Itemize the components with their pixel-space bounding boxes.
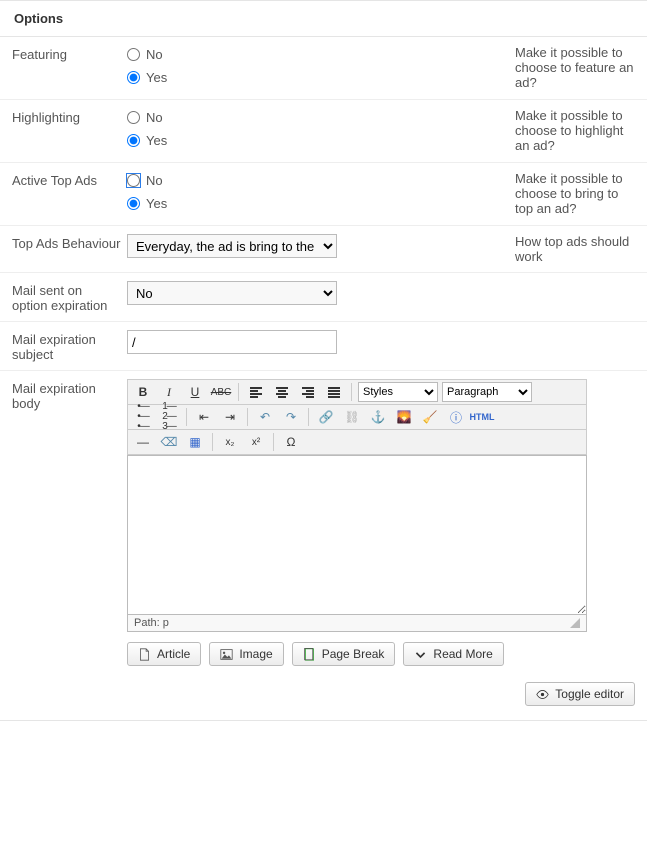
anchor-icon[interactable]: ⚓ xyxy=(367,407,389,427)
top-behaviour-hint: How top ads should work xyxy=(515,234,635,264)
special-char-icon[interactable]: Ω xyxy=(280,432,302,452)
active-top-label: Active Top Ads xyxy=(12,171,127,188)
separator xyxy=(308,408,309,426)
featuring-no-label: No xyxy=(146,47,163,62)
separator xyxy=(351,383,352,401)
mail-sent-select[interactable]: No xyxy=(127,281,337,305)
editor-content-area[interactable] xyxy=(127,455,587,615)
bold-icon[interactable]: B xyxy=(132,382,154,402)
read-more-button[interactable]: Read More xyxy=(403,642,503,666)
redo-icon[interactable]: ↷ xyxy=(280,407,302,427)
toggle-editor-button[interactable]: Toggle editor xyxy=(525,682,635,706)
page-break-icon xyxy=(303,648,316,661)
indent-icon[interactable]: ⇥ xyxy=(219,407,241,427)
html-source-icon[interactable]: HTML xyxy=(471,407,493,427)
outdent-icon[interactable]: ⇤ xyxy=(193,407,215,427)
highlighting-radio-no[interactable] xyxy=(127,111,140,124)
mail-body-label: Mail expiration body xyxy=(12,379,127,411)
unlink-icon[interactable]: ⛓ xyxy=(341,407,363,427)
editor-path-text: Path: p xyxy=(134,617,169,629)
separator xyxy=(273,433,274,451)
featuring-radio-no[interactable] xyxy=(127,48,140,61)
row-active-top-ads: Active Top Ads No Yes Make it possible t… xyxy=(0,163,647,226)
featuring-hint: Make it possible to choose to feature an… xyxy=(515,45,635,90)
align-right-icon[interactable] xyxy=(297,382,319,402)
active-top-radio-no[interactable] xyxy=(127,174,140,187)
mail-subject-label: Mail expiration subject xyxy=(12,330,127,362)
resize-grip-icon[interactable] xyxy=(570,618,580,628)
separator xyxy=(186,408,187,426)
editor-toolbar-row-2: •—•—•— 1—2—3— ⇤ ⇥ ↶ ↷ 🔗 ⛓ ⚓ 🌄 🧹 ⓘ HTML xyxy=(127,404,587,429)
cleanup-icon[interactable]: 🧹 xyxy=(419,407,441,427)
row-highlighting: Highlighting No Yes Make it possible to … xyxy=(0,100,647,163)
strikethrough-icon[interactable]: ABC xyxy=(210,382,232,402)
underline-icon[interactable]: U xyxy=(184,382,206,402)
separator xyxy=(247,408,248,426)
top-behaviour-select[interactable]: Everyday, the ad is bring to the xyxy=(127,234,337,258)
align-justify-icon[interactable] xyxy=(323,382,345,402)
row-mail-sent: Mail sent on option expiration No xyxy=(0,273,647,322)
active-top-yes-label: Yes xyxy=(146,196,167,211)
numbered-list-icon[interactable]: 1—2—3— xyxy=(158,407,180,427)
remove-format-icon[interactable]: ⌫ xyxy=(158,432,180,452)
help-icon[interactable]: ⓘ xyxy=(445,407,467,427)
editor-toolbar-row-1: B I U ABC Styles Paragraph xyxy=(127,379,587,404)
featuring-label: Featuring xyxy=(12,45,127,62)
separator xyxy=(212,433,213,451)
page-break-button[interactable]: Page Break xyxy=(292,642,396,666)
editor-toolbar-row-3: — ⌫ ▦ x₂ x² Ω xyxy=(127,429,587,455)
featuring-yes-label: Yes xyxy=(146,70,167,85)
eye-icon xyxy=(536,688,549,701)
subscript-icon[interactable]: x₂ xyxy=(219,432,241,452)
section-title: Options xyxy=(0,0,647,37)
row-top-behaviour: Top Ads Behaviour Everyday, the ad is br… xyxy=(0,226,647,273)
row-mail-subject: Mail expiration subject xyxy=(0,322,647,371)
highlighting-label: Highlighting xyxy=(12,108,127,125)
link-icon[interactable]: 🔗 xyxy=(315,407,337,427)
row-featuring: Featuring No Yes Make it possible to cho… xyxy=(0,37,647,100)
highlighting-yes-label: Yes xyxy=(146,133,167,148)
highlighting-hint: Make it possible to choose to highlight … xyxy=(515,108,635,153)
horizontal-rule-icon[interactable]: — xyxy=(132,432,154,452)
image-button[interactable]: Image xyxy=(209,642,283,666)
editor-status-bar: Path: p xyxy=(127,615,587,632)
highlighting-radio-yes[interactable] xyxy=(127,134,140,147)
top-behaviour-label: Top Ads Behaviour xyxy=(12,234,127,251)
styles-select[interactable]: Styles xyxy=(358,382,438,402)
rich-text-editor: B I U ABC Styles Paragraph •—•—•— 1—2—3— xyxy=(127,379,587,666)
align-center-icon[interactable] xyxy=(271,382,293,402)
italic-icon[interactable]: I xyxy=(158,382,180,402)
separator xyxy=(238,383,239,401)
active-top-no-label: No xyxy=(146,173,163,188)
row-mail-body: Mail expiration body B I U ABC Styles Pa… xyxy=(0,371,647,674)
superscript-icon[interactable]: x² xyxy=(245,432,267,452)
align-left-icon[interactable] xyxy=(245,382,267,402)
picture-icon xyxy=(220,648,233,661)
bullet-list-icon[interactable]: •—•—•— xyxy=(132,407,154,427)
featuring-radio-yes[interactable] xyxy=(127,71,140,84)
document-icon xyxy=(138,648,151,661)
chevron-down-icon xyxy=(414,648,427,661)
mail-subject-input[interactable] xyxy=(127,330,337,354)
active-top-hint: Make it possible to choose to bring to t… xyxy=(515,171,635,216)
active-top-radio-yes[interactable] xyxy=(127,197,140,210)
table-icon[interactable]: ▦ xyxy=(184,432,206,452)
highlighting-no-label: No xyxy=(146,110,163,125)
article-button[interactable]: Article xyxy=(127,642,201,666)
image-icon[interactable]: 🌄 xyxy=(393,407,415,427)
mail-sent-label: Mail sent on option expiration xyxy=(12,281,127,313)
undo-icon[interactable]: ↶ xyxy=(254,407,276,427)
format-select[interactable]: Paragraph xyxy=(442,382,532,402)
